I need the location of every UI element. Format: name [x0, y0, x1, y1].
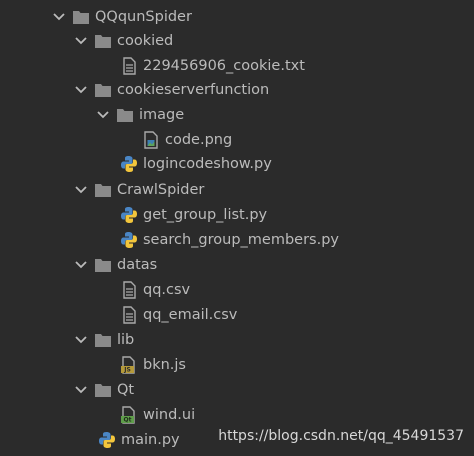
js-file-icon: JS — [120, 356, 138, 374]
python-file-icon — [120, 206, 138, 224]
chevron-down-icon[interactable] — [74, 183, 88, 197]
chevron-down-icon[interactable] — [74, 333, 88, 347]
tree-node-datas[interactable]: datas — [74, 253, 474, 277]
chevron-down-icon[interactable] — [74, 258, 88, 272]
tree-node-label: search_group_members.py — [143, 232, 339, 248]
tree-node-qqqunspider[interactable]: QQqunSpider — [52, 5, 474, 29]
tree-node-label: cookieserverfunction — [117, 82, 270, 98]
tree-node-label: qq.csv — [143, 282, 191, 298]
tree-node-label: bkn.js — [143, 357, 186, 373]
chevron-down-icon[interactable] — [96, 108, 110, 122]
folder-icon — [94, 256, 112, 274]
tree-node-qt[interactable]: Qt — [74, 378, 474, 402]
tree-node-label: 229456906_cookie.txt — [143, 58, 305, 74]
python-file-icon — [120, 231, 138, 249]
watermark-text: https://blog.csdn.net/qq_45491537 — [218, 428, 464, 444]
tree-node-qq-csv[interactable]: qq.csv — [120, 278, 474, 302]
chevron-down-icon[interactable] — [52, 10, 66, 24]
tree-node-logincodeshow-py[interactable]: logincodeshow.py — [120, 152, 474, 176]
text-file-icon — [120, 57, 138, 75]
tree-node-label: qq_email.csv — [143, 307, 238, 323]
tree-node-label: get_group_list.py — [143, 207, 268, 223]
tree-node-cookieserverfunction[interactable]: cookieserverfunction — [74, 78, 474, 102]
image-file-icon — [142, 131, 160, 149]
tree-node-label: logincodeshow.py — [143, 156, 272, 172]
tree-node-label: code.png — [165, 132, 233, 148]
project-tree: QQqunSpider cookied 229456906_cookie.txt… — [0, 0, 474, 456]
folder-icon — [94, 32, 112, 50]
text-file-icon — [120, 306, 138, 324]
tree-node-image[interactable]: image — [96, 103, 474, 127]
tree-node-lib[interactable]: lib — [74, 328, 474, 352]
tree-node-label: wind.ui — [143, 407, 196, 423]
tree-node-wind-ui[interactable]: Qt wind.ui — [120, 403, 474, 427]
tree-node-label: CrawlSpider — [117, 182, 205, 198]
tree-node-get-group-list-py[interactable]: get_group_list.py — [120, 203, 474, 227]
tree-node-qq-email-csv[interactable]: qq_email.csv — [120, 303, 474, 327]
folder-icon — [94, 81, 112, 99]
tree-node-search-group-members-py[interactable]: search_group_members.py — [120, 228, 474, 252]
tree-node-label: QQqunSpider — [95, 9, 192, 25]
python-file-icon — [98, 431, 116, 449]
chevron-down-icon[interactable] — [74, 383, 88, 397]
folder-icon — [72, 8, 90, 26]
folder-icon — [94, 381, 112, 399]
folder-icon — [94, 331, 112, 349]
python-file-icon — [120, 155, 138, 173]
folder-icon — [94, 181, 112, 199]
chevron-down-icon[interactable] — [74, 34, 88, 48]
folder-icon — [116, 106, 134, 124]
tree-node-label: datas — [117, 257, 158, 273]
tree-node-bkn-js[interactable]: JS bkn.js — [120, 353, 474, 377]
tree-node-label: image — [139, 107, 185, 123]
chevron-down-icon[interactable] — [74, 83, 88, 97]
tree-node-label: cookied — [117, 33, 174, 49]
qt-ui-file-icon: Qt — [120, 406, 138, 424]
tree-node-cookied[interactable]: cookied — [74, 29, 474, 53]
qt-badge: Qt — [124, 417, 132, 424]
tree-node-code-png[interactable]: code.png — [142, 128, 474, 152]
js-badge: JS — [123, 367, 131, 374]
tree-node-label: main.py — [121, 432, 180, 448]
text-file-icon — [120, 281, 138, 299]
tree-node-label: Qt — [117, 382, 135, 398]
tree-node-label: lib — [117, 332, 135, 348]
tree-node-crawlspider[interactable]: CrawlSpider — [74, 178, 474, 202]
tree-node-cookie-txt[interactable]: 229456906_cookie.txt — [120, 54, 474, 78]
